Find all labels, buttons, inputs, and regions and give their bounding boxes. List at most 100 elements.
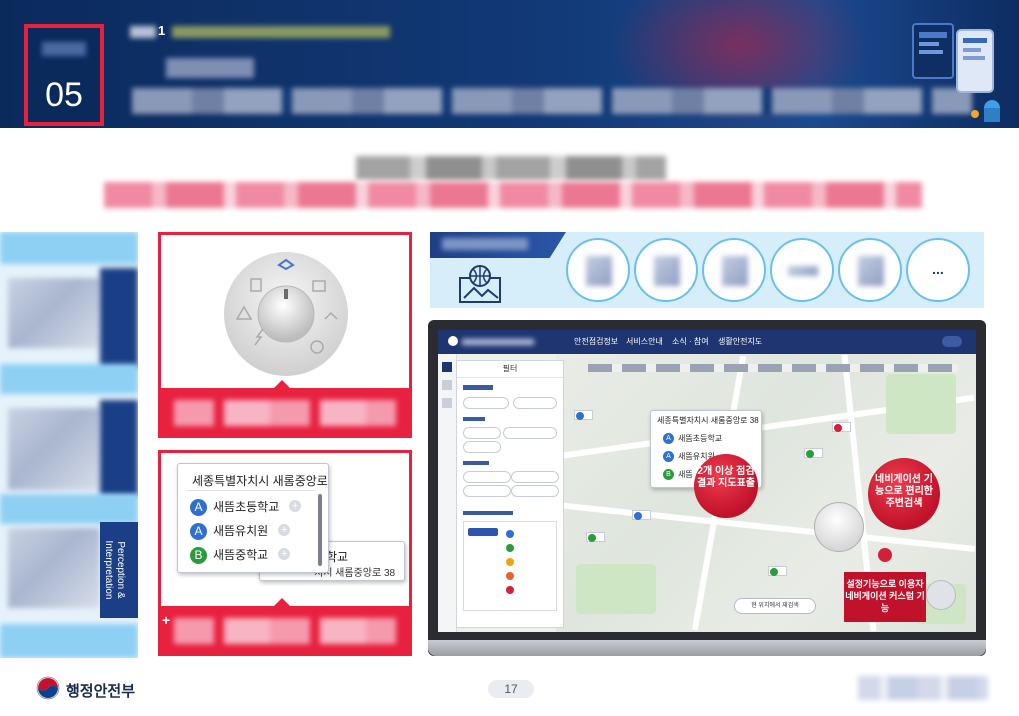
feature-circle[interactable] [770, 238, 834, 302]
map-side-rail [438, 354, 457, 632]
feature-circle[interactable] [566, 238, 630, 302]
site-title [462, 339, 534, 345]
list-caption [158, 606, 412, 656]
plus-mark: + [162, 612, 171, 628]
filter-section-label [463, 417, 485, 421]
filter-chip[interactable] [463, 471, 511, 483]
list-item-label: 새뜸초등학교 [213, 500, 280, 514]
feature-circle[interactable] [634, 238, 698, 302]
badge-b-icon: B [663, 469, 674, 481]
left-strip [100, 268, 138, 368]
list-item-label: 새뜸유치원 [213, 524, 269, 538]
left-thumbnail [8, 528, 100, 608]
back-card-title: 학교 [326, 550, 349, 564]
section-title [132, 58, 972, 114]
dial-caption [158, 388, 412, 438]
legend-pin [506, 544, 514, 552]
filter-chip[interactable] [503, 427, 557, 439]
popup-scrollbar[interactable] [318, 494, 322, 566]
badge-b-icon: B [190, 547, 207, 565]
nav-item[interactable]: 서비스안내 [626, 336, 663, 347]
navigation-dial[interactable] [814, 502, 864, 552]
page-heading [356, 156, 666, 180]
map-marker[interactable] [576, 412, 584, 420]
legend-pin [506, 572, 514, 580]
badge-a-icon: A [663, 433, 674, 445]
filter-panel: 필터 [456, 360, 564, 628]
badge-a-icon: A [190, 523, 207, 541]
badge-a-icon: A [663, 451, 674, 463]
dial-illustration-icon [224, 252, 348, 376]
filter-select[interactable] [513, 397, 557, 409]
list-item[interactable]: A 새뜸유치원 + [190, 522, 291, 541]
map-popup-item-label: 새뜸초등학교 [678, 434, 723, 443]
map-popup-item[interactable]: A 새뜸초등학교 [663, 433, 723, 445]
legend-tab[interactable] [468, 528, 498, 536]
map-marker[interactable] [770, 568, 778, 576]
left-band [0, 494, 138, 524]
settings-gear-icon[interactable] [878, 548, 892, 562]
page-number: 17 [488, 680, 534, 698]
login-button[interactable] [942, 336, 962, 347]
filter-select[interactable] [463, 397, 509, 409]
feature-circle[interactable] [702, 238, 766, 302]
breadcrumb-number: 1 [158, 23, 166, 38]
breadcrumb-title [172, 26, 390, 38]
filter-title: 필터 [457, 361, 563, 378]
filter-chip[interactable] [463, 485, 511, 497]
site-navbar: 안전점검정보 서비스안내 소식 · 참여 생활안전지도 [438, 330, 976, 354]
filter-chip[interactable] [511, 485, 559, 497]
legend-box [463, 521, 557, 611]
left-strip [100, 400, 138, 496]
rail-button[interactable] [442, 398, 452, 408]
map-popup-title: 세종특별자치시 새롬중앙로 38 [657, 416, 759, 425]
filter-chip[interactable] [511, 471, 559, 483]
website-screenshot: 안전점검정보 서비스안내 소식 · 참여 생활안전지도 필터 세종특별자치시 새… [438, 330, 976, 632]
map-park [576, 564, 656, 614]
map-popup-item-label: 새뜸 [678, 470, 693, 479]
legend-pin [506, 558, 514, 566]
add-icon[interactable]: + [278, 524, 291, 536]
chapter-number: 05 [45, 76, 83, 114]
filter-chip[interactable] [463, 427, 501, 439]
chapter-box: 05 [24, 24, 104, 126]
left-thumbnail [8, 278, 100, 348]
add-icon[interactable]: + [289, 500, 302, 512]
navigation-callout: 네비게이션 기능으로 편리한 주변검색 [868, 458, 940, 530]
map-marker[interactable] [634, 512, 642, 520]
category-chips[interactable] [588, 364, 958, 372]
map-marker[interactable] [834, 424, 842, 432]
left-band [0, 624, 138, 658]
map-marker[interactable] [806, 450, 814, 458]
nav-item[interactable]: 안전점검정보 [574, 336, 618, 347]
banner-tab-label [442, 238, 528, 250]
nav-item[interactable]: 생활안전지도 [718, 336, 762, 347]
list-item[interactable]: A 새뜸초등학교 + [190, 498, 302, 517]
map-park [886, 374, 956, 434]
research-button[interactable]: 현 위치에서 재검색 [734, 598, 816, 614]
feature-circle[interactable] [838, 238, 902, 302]
nav-item[interactable]: 소식 · 참여 [672, 336, 709, 347]
badge-a-icon: A [190, 499, 207, 517]
rail-button[interactable] [442, 362, 452, 372]
more-circle[interactable]: ... [906, 238, 970, 302]
rail-button[interactable] [442, 380, 452, 390]
category-bar [588, 360, 968, 376]
laptop-base [428, 640, 986, 656]
popup-title: 세종특별자치시 새롬중앙로 [192, 474, 328, 488]
left-thumbnail [8, 408, 100, 490]
filter-chip[interactable] [463, 441, 501, 453]
map-marker[interactable] [588, 534, 596, 542]
legend-pin [506, 586, 514, 594]
list-item[interactable]: B 새뜸중학교 + [190, 546, 291, 565]
globe-map-icon [459, 265, 501, 303]
left-band [0, 232, 138, 264]
zoom-control[interactable] [926, 580, 956, 610]
government-logo-icon [36, 676, 60, 700]
add-icon[interactable]: + [278, 548, 291, 560]
popup-divider [186, 490, 316, 491]
results-callout: 2개 이상 점검결과 지도표출 [694, 454, 758, 518]
map-popup-item[interactable]: B 새뜸 [663, 469, 693, 481]
list-item-label: 새뜸중학교 [213, 548, 269, 562]
site-logo-icon [448, 336, 458, 346]
